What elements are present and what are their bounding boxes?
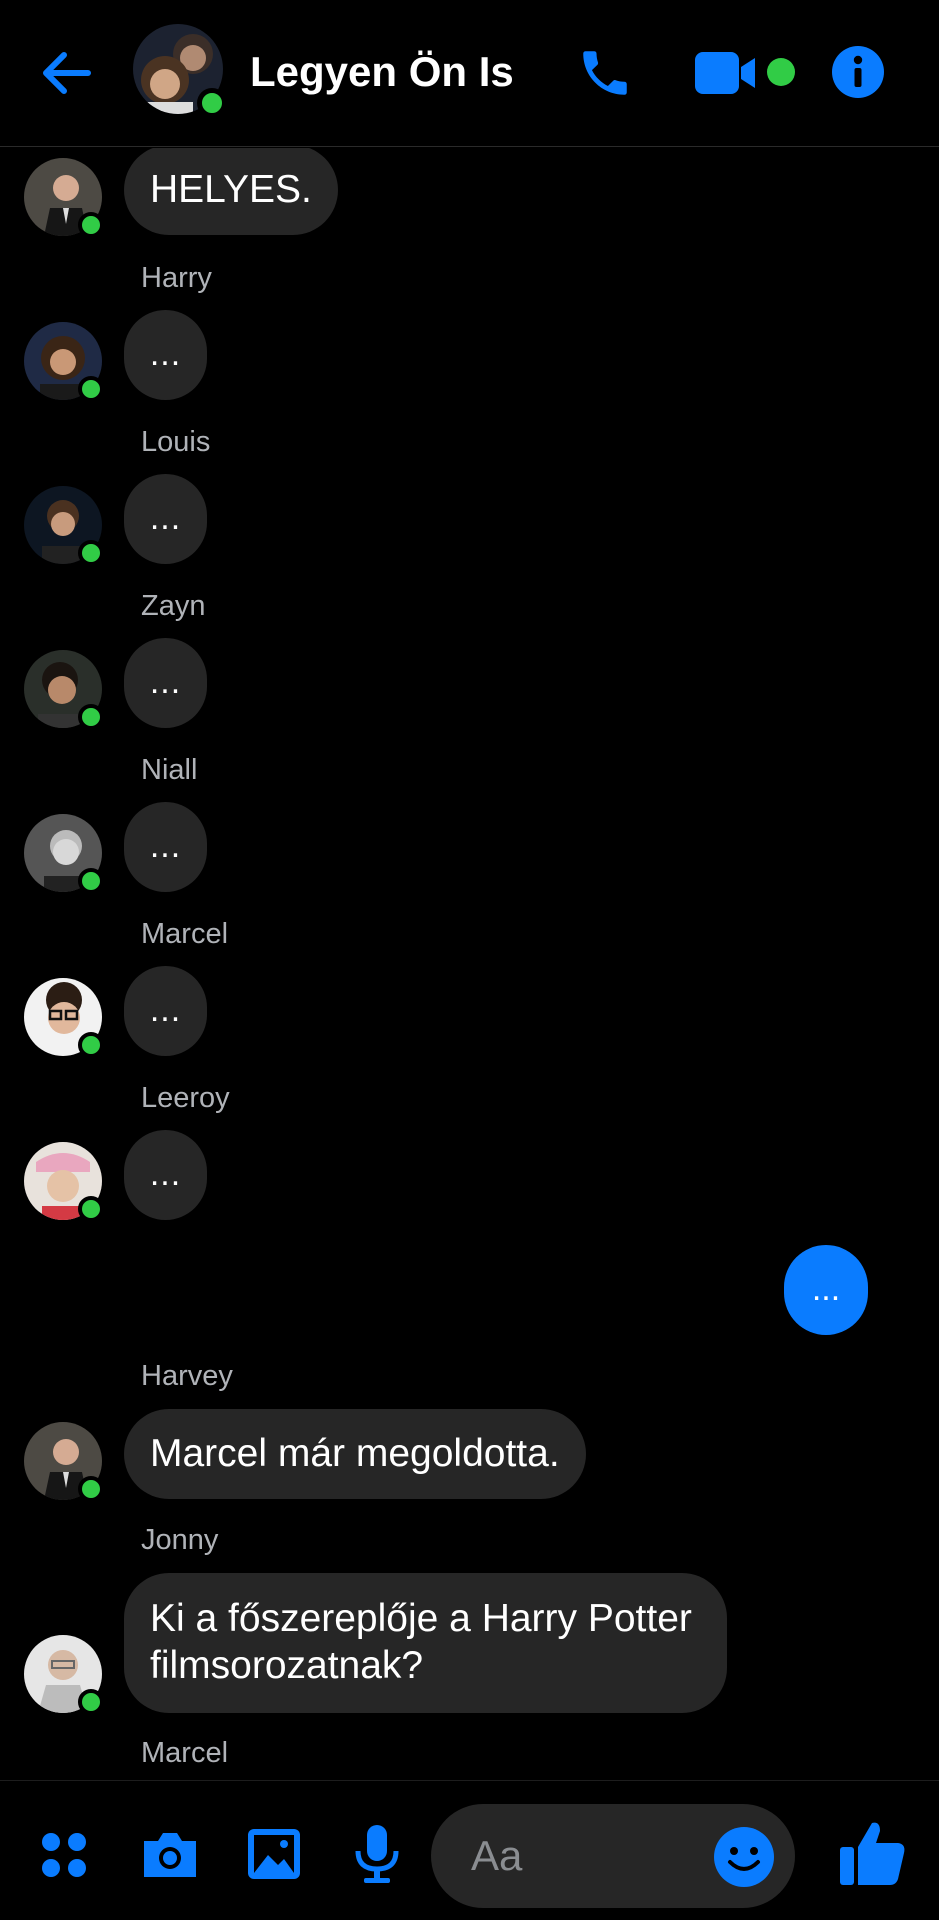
- emoji-icon[interactable]: [713, 1826, 775, 1888]
- camera-icon[interactable]: [140, 1829, 200, 1881]
- info-icon[interactable]: [832, 46, 884, 98]
- sender-name: Leeroy: [141, 1082, 230, 1114]
- thumbs-up-icon[interactable]: [838, 1817, 908, 1887]
- message-bubble[interactable]: ...: [124, 802, 207, 892]
- sender-name: Jonny: [141, 1524, 219, 1556]
- online-status-dot: [78, 1689, 104, 1715]
- gallery-image-icon[interactable]: [246, 1827, 302, 1881]
- group-avatar[interactable]: [133, 24, 227, 118]
- sender-avatar[interactable]: [24, 814, 104, 894]
- sender-name: Marcel: [141, 1737, 229, 1769]
- message-bubble[interactable]: Marcel már megoldotta.: [124, 1409, 586, 1499]
- message-bubble[interactable]: HELYES.: [124, 148, 338, 235]
- sender-name: Harvey: [141, 1360, 233, 1392]
- online-status-dot: [197, 88, 227, 118]
- online-status-dot: [78, 1476, 104, 1502]
- sender-avatar[interactable]: [24, 1142, 104, 1222]
- back-arrow-icon[interactable]: [36, 42, 98, 104]
- video-active-dot: [767, 58, 795, 86]
- sender-avatar[interactable]: [24, 1635, 104, 1715]
- message-composer[interactable]: [431, 1804, 795, 1908]
- message-bubble[interactable]: ...: [124, 1130, 207, 1220]
- message-thread[interactable]: HELYES. Harry ... Louis ... Zayn ... Nia…: [0, 148, 939, 1780]
- online-status-dot: [78, 212, 104, 238]
- online-status-dot: [78, 1196, 104, 1222]
- online-status-dot: [78, 868, 104, 894]
- message-bubble[interactable]: ...: [124, 966, 207, 1056]
- sender-avatar[interactable]: [24, 1422, 104, 1502]
- sender-name: Niall: [141, 754, 198, 786]
- message-bubble[interactable]: Ki a főszereplője a Harry Potter filmsor…: [124, 1573, 727, 1713]
- message-bubble[interactable]: ...: [124, 474, 207, 564]
- conversation-header: Legyen Ön Is: [0, 0, 939, 147]
- sender-avatar[interactable]: [24, 978, 104, 1058]
- sender-name: Harry: [141, 262, 212, 294]
- sender-avatar[interactable]: [24, 650, 104, 730]
- sender-avatar[interactable]: [24, 486, 104, 566]
- online-status-dot: [78, 376, 104, 402]
- message-bubble[interactable]: ...: [124, 310, 207, 400]
- phone-icon[interactable]: [576, 44, 634, 102]
- sender-avatar[interactable]: [24, 322, 104, 402]
- sender-name: Zayn: [141, 590, 206, 622]
- apps-grid-icon[interactable]: [40, 1831, 88, 1879]
- video-camera-icon[interactable]: [695, 50, 759, 96]
- online-status-dot: [78, 540, 104, 566]
- sender-name: Marcel: [141, 918, 229, 950]
- outgoing-message-bubble[interactable]: ...: [784, 1245, 868, 1335]
- sender-name: Louis: [141, 426, 211, 458]
- composer-bar: [0, 1780, 939, 1920]
- message-input[interactable]: [471, 1804, 711, 1908]
- microphone-icon[interactable]: [352, 1823, 402, 1885]
- online-status-dot: [78, 1032, 104, 1058]
- online-status-dot: [78, 704, 104, 730]
- message-bubble[interactable]: ...: [124, 638, 207, 728]
- conversation-title[interactable]: Legyen Ön Is: [250, 48, 514, 96]
- sender-avatar[interactable]: [24, 158, 104, 238]
